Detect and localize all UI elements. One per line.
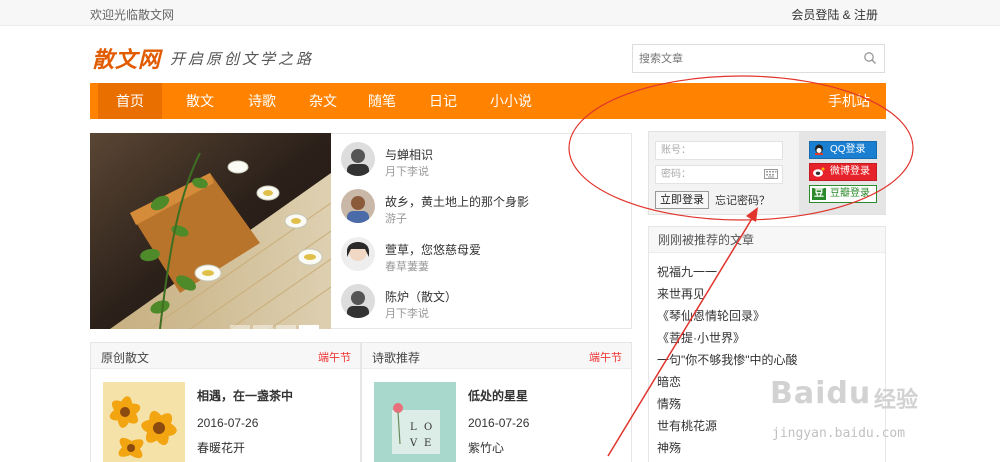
article-date: 2016-07-26: [468, 416, 530, 430]
list-item-author: 月下李说: [385, 308, 429, 320]
recommended-item[interactable]: 祝福九一一: [657, 263, 717, 280]
recommended-item[interactable]: 世有桃花源: [657, 417, 717, 434]
baidu-jingyan-watermark: Baidu 经验 jingyan.baidu.com: [766, 372, 946, 452]
watermark-cn: 经验: [874, 388, 919, 413]
qq-login-button[interactable]: QQ登录: [809, 141, 877, 159]
list-item-title[interactable]: 故乡，黄土地上的那个身影: [385, 193, 529, 210]
weibo-login-label: 微博登录: [830, 166, 870, 177]
recommended-item[interactable]: 《菩提·小世界》: [657, 329, 745, 346]
nav-item-mobile[interactable]: 手机站: [820, 83, 878, 119]
nav-item-prose[interactable]: 散文: [172, 83, 228, 119]
main-nav: 首页 散文 诗歌 杂文 随笔 日记 小小说 手机站: [90, 83, 886, 119]
recommended-item[interactable]: 情殇: [657, 395, 681, 412]
nav-item-poetry[interactable]: 诗歌: [234, 83, 290, 119]
recommended-item[interactable]: 《琴仙恩情轮回录》: [657, 307, 765, 324]
social-login: QQ登录 微博登录 豆 豆瓣登录: [799, 132, 886, 214]
login-box: 账号： 密码： 立即登录 忘记密码？ QQ登录 微博登录 豆 豆瓣登录: [648, 131, 886, 215]
welcome-text: 欢迎光临散文网: [90, 8, 175, 22]
list-item-author: 游子: [385, 213, 407, 225]
svg-text:L: L: [410, 422, 417, 433]
recommended-item[interactable]: 暗恋: [657, 373, 681, 390]
search-box: [632, 44, 885, 73]
douban-icon: 豆: [812, 188, 826, 200]
recommended-item[interactable]: 来世再见: [657, 285, 705, 302]
original-prose-panel: 原创散文 端午节 相遇，在一盏茶中 2016-07-26 春暖花开: [90, 342, 361, 462]
nav-item-home[interactable]: 首页: [98, 83, 162, 119]
article-title[interactable]: 相遇，在一盏茶中: [197, 387, 293, 404]
watermark-url: jingyan.baidu.com: [772, 426, 906, 441]
site-slogan: 开启原创文学之路: [170, 50, 315, 68]
slider-dots: [230, 319, 322, 329]
slider-dot[interactable]: [253, 325, 273, 329]
article-author[interactable]: 春暖花开: [197, 439, 245, 456]
article-title[interactable]: 低处的星星: [468, 387, 528, 404]
douban-login-label: 豆瓣登录: [830, 188, 870, 199]
weibo-icon: [813, 167, 825, 177]
poetry-panel: 诗歌推荐 端午节 LO VE 低处的星星 2016-07-26 紫竹心: [361, 342, 632, 462]
login-button[interactable]: 立即登录: [655, 191, 709, 209]
svg-text:O: O: [424, 422, 432, 433]
nav-item-short-story[interactable]: 小小说: [480, 83, 542, 119]
recommended-item[interactable]: 一句"你不够我惨"中的心酸: [657, 351, 798, 368]
avatar: [341, 284, 375, 318]
list-item-author: 春草萋萋: [385, 261, 429, 273]
panel-title[interactable]: 诗歌推荐: [372, 349, 420, 366]
featured-list: 与蝉相识 月下李说 故乡，黄土地上的那个身影 游子 萱草，您悠慈母爱 春草萋萋 …: [331, 133, 632, 329]
tea-set-image: [90, 133, 331, 329]
article-date: 2016-07-26: [197, 416, 259, 430]
site-logo[interactable]: 散文网: [92, 42, 161, 74]
featured-slider[interactable]: [90, 133, 331, 329]
password-placeholder: 密码：: [661, 169, 691, 180]
nav-item-notes[interactable]: 随笔: [354, 83, 410, 119]
slider-dot[interactable]: [230, 325, 250, 329]
article-author[interactable]: 紫竹心: [468, 439, 504, 456]
slider-dot[interactable]: [276, 325, 296, 329]
top-bar: 欢迎光临散文网 会员登陆 & 注册: [0, 0, 1000, 26]
account-field[interactable]: 账号：: [655, 141, 783, 160]
nav-item-essay[interactable]: 杂文: [295, 83, 351, 119]
douban-login-button[interactable]: 豆 豆瓣登录: [809, 185, 877, 203]
weibo-login-button[interactable]: 微博登录: [809, 163, 877, 181]
panel-header: 原创散文 端午节: [91, 343, 360, 369]
qq-icon: [815, 144, 823, 155]
recommended-item[interactable]: 神殇: [657, 439, 681, 456]
panel-tag[interactable]: 端午节: [589, 349, 622, 365]
login-register-link[interactable]: 会员登陆 & 注册: [791, 6, 878, 23]
search-input[interactable]: [633, 45, 853, 72]
svg-text:E: E: [424, 438, 431, 449]
avatar: [341, 237, 375, 271]
list-item-title[interactable]: 与蝉相识: [385, 146, 433, 163]
svg-text:V: V: [409, 438, 418, 449]
forgot-password-link[interactable]: 忘记密码？: [715, 192, 770, 208]
slider-dot-active[interactable]: [299, 325, 319, 329]
article-thumbnail[interactable]: [103, 382, 185, 462]
panel-tag[interactable]: 端午节: [318, 349, 351, 365]
keyboard-icon[interactable]: [764, 169, 778, 179]
avatar: [341, 189, 375, 223]
nav-item-diary[interactable]: 日记: [415, 83, 471, 119]
watermark-brand: Baidu: [770, 376, 872, 411]
article-thumbnail[interactable]: LO VE: [374, 382, 456, 462]
panel-title[interactable]: 原创散文: [101, 349, 149, 366]
list-item-title[interactable]: 陈炉（散文）: [385, 288, 457, 305]
panel-header: 诗歌推荐 端午节: [362, 343, 631, 369]
list-item-author: 月下李说: [385, 166, 429, 178]
recommended-heading: 刚刚被推荐的文章: [649, 227, 885, 253]
password-field[interactable]: 密码：: [655, 165, 783, 184]
list-item-title[interactable]: 萱草，您悠慈母爱: [385, 241, 481, 258]
search-icon[interactable]: [863, 51, 877, 65]
qq-login-label: QQ登录: [830, 144, 866, 155]
avatar: [341, 142, 375, 176]
